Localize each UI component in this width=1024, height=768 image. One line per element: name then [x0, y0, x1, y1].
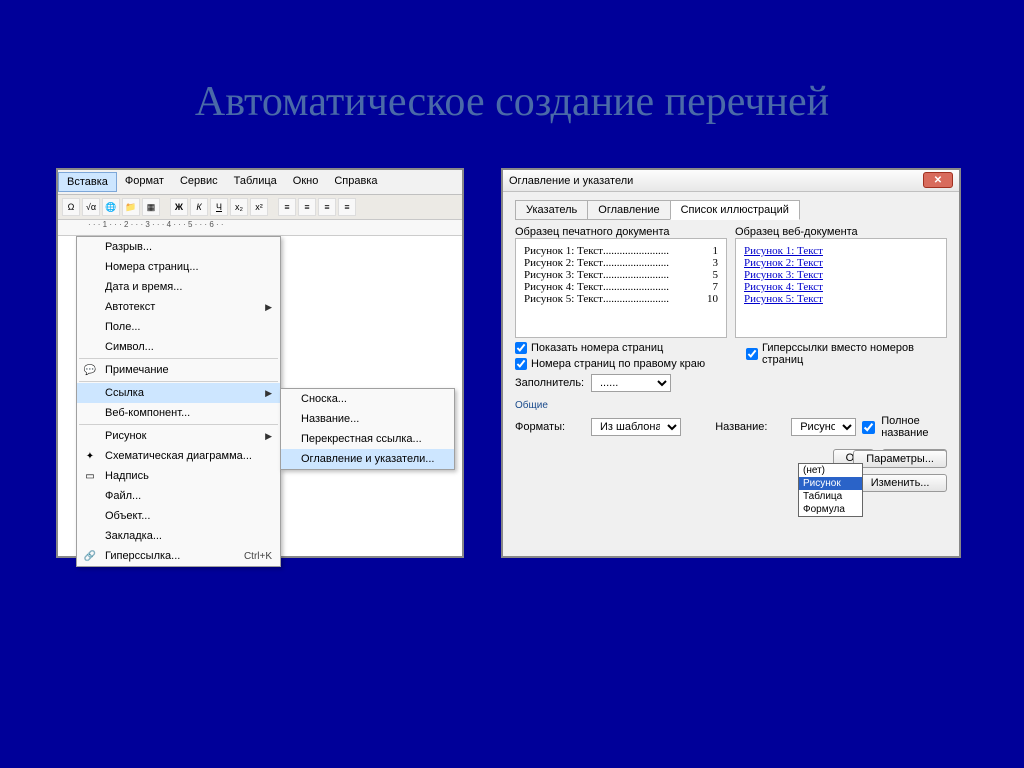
- menu-item[interactable]: Схематическая диаграмма...✦: [77, 446, 280, 466]
- chk-hyperlinks-label: Гиперссылки вместо номеров страниц: [762, 342, 947, 366]
- chk-right-align-label: Номера страниц по правому краю: [531, 358, 705, 370]
- chk-full-name-label: Полное название: [881, 415, 947, 439]
- name-dropdown-list[interactable]: (нет)РисунокТаблицаФормула: [798, 463, 863, 517]
- menu-icon: ▭: [83, 469, 97, 483]
- menu-item[interactable]: Дата и время...: [77, 277, 280, 297]
- link-submenu[interactable]: Сноска...Название...Перекрестная ссылка.…: [280, 388, 455, 470]
- chevron-right-icon: ▶: [265, 388, 272, 399]
- chk-show-pages-label: Показать номера страниц: [531, 342, 663, 354]
- submenu-item[interactable]: Перекрестная ссылка...: [281, 429, 454, 449]
- web-preview-link: Рисунок 1: Текст: [744, 245, 938, 257]
- menu-item[interactable]: Веб-компонент...: [77, 403, 280, 423]
- web-preview-link: Рисунок 3: Текст: [744, 269, 938, 281]
- menu-icon: ✦: [83, 449, 97, 463]
- menu-item[interactable]: Автотекст▶: [77, 297, 280, 317]
- submenu-item[interactable]: Сноска...: [281, 389, 454, 409]
- web-preview-link: Рисунок 5: Текст: [744, 293, 938, 305]
- menu-help[interactable]: Справка: [326, 172, 385, 192]
- menu-insert[interactable]: Вставка: [58, 172, 117, 192]
- underline-icon[interactable]: Ч: [210, 198, 228, 216]
- toc-dialog: Оглавление и указатели ✕ Указатель Оглав…: [501, 168, 961, 558]
- chk-full-name[interactable]: [862, 421, 875, 434]
- insert-dropdown[interactable]: Разрыв...Номера страниц...Дата и время..…: [76, 236, 281, 567]
- format-label: Форматы:: [515, 421, 585, 433]
- menu-item[interactable]: Гиперссылка...🔗Ctrl+K: [77, 546, 280, 566]
- tab-illustrations[interactable]: Список иллюстраций: [670, 200, 800, 220]
- formatting-toolbar: Ω √α 🌐 📁 ▦ Ж К Ч x₂ x² ≡ ≡ ≡ ≡: [58, 195, 462, 220]
- menu-item[interactable]: Разрыв...: [77, 237, 280, 257]
- chk-show-pages[interactable]: [515, 342, 527, 354]
- btn-modify[interactable]: Изменить...: [853, 474, 947, 492]
- filler-select[interactable]: ......: [591, 374, 671, 392]
- format-select[interactable]: Из шаблона: [591, 418, 681, 436]
- folder-icon[interactable]: 📁: [122, 198, 140, 216]
- italic-icon[interactable]: К: [190, 198, 208, 216]
- name-option[interactable]: (нет): [799, 464, 862, 477]
- menu-item[interactable]: Символ...: [77, 337, 280, 357]
- globe-icon[interactable]: 🌐: [102, 198, 120, 216]
- align-left-icon[interactable]: ≡: [278, 198, 296, 216]
- writer-window: Вставка Формат Сервис Таблица Окно Справ…: [56, 168, 464, 558]
- menu-item[interactable]: Файл...: [77, 486, 280, 506]
- dialog-titlebar[interactable]: Оглавление и указатели ✕: [503, 170, 959, 192]
- filler-label: Заполнитель:: [515, 377, 585, 389]
- menu-item[interactable]: Поле...: [77, 317, 280, 337]
- tab-row: Указатель Оглавление Список иллюстраций: [515, 200, 947, 220]
- menu-item[interactable]: Рисунок▶: [77, 426, 280, 446]
- grid-icon[interactable]: ▦: [142, 198, 160, 216]
- menu-bar[interactable]: Вставка Формат Сервис Таблица Окно Справ…: [58, 170, 462, 195]
- name-option[interactable]: Рисунок: [799, 477, 862, 490]
- sub-icon[interactable]: x₂: [230, 198, 248, 216]
- menu-item[interactable]: Надпись▭: [77, 466, 280, 486]
- menu-item[interactable]: Закладка...: [77, 526, 280, 546]
- menu-item[interactable]: Объект...: [77, 506, 280, 526]
- align-center-icon[interactable]: ≡: [298, 198, 316, 216]
- chevron-right-icon: ▶: [265, 431, 272, 442]
- chk-right-align[interactable]: [515, 358, 527, 370]
- submenu-item[interactable]: Название...: [281, 409, 454, 429]
- print-preview-header: Образец печатного документа: [515, 226, 727, 238]
- align-right-icon[interactable]: ≡: [318, 198, 336, 216]
- web-preview-header: Образец веб-документа: [735, 226, 947, 238]
- menu-format[interactable]: Формат: [117, 172, 172, 192]
- chevron-right-icon: ▶: [265, 302, 272, 313]
- tab-toc[interactable]: Оглавление: [587, 200, 670, 220]
- chk-hyperlinks[interactable]: [746, 348, 758, 360]
- menu-service[interactable]: Сервис: [172, 172, 226, 192]
- general-section: Общие: [515, 400, 947, 411]
- web-preview-link: Рисунок 4: Текст: [744, 281, 938, 293]
- omega-icon[interactable]: Ω: [62, 198, 80, 216]
- ruler: · · · 1 · · · 2 · · · 3 · · · 4 · · · 5 …: [58, 220, 462, 236]
- menu-icon: 🔗: [83, 549, 97, 563]
- web-preview: Рисунок 1: ТекстРисунок 2: ТекстРисунок …: [735, 238, 947, 338]
- menu-item[interactable]: Примечание💬: [77, 360, 280, 380]
- menu-window[interactable]: Окно: [285, 172, 327, 192]
- menu-icon: 💬: [83, 363, 97, 377]
- sqrt-icon[interactable]: √α: [82, 198, 100, 216]
- web-preview-link: Рисунок 2: Текст: [744, 257, 938, 269]
- sup-icon[interactable]: x²: [250, 198, 268, 216]
- menu-item[interactable]: Ссылка▶: [77, 383, 280, 403]
- name-option[interactable]: Таблица: [799, 490, 862, 503]
- tab-index[interactable]: Указатель: [515, 200, 588, 220]
- submenu-item[interactable]: Оглавление и указатели...: [281, 449, 454, 469]
- slide-title: Автоматическое создание перечней: [0, 78, 1024, 126]
- name-option[interactable]: Формула: [799, 503, 862, 516]
- align-justify-icon[interactable]: ≡: [338, 198, 356, 216]
- btn-params[interactable]: Параметры...: [853, 450, 947, 468]
- document-area[interactable]: Разрыв...Номера страниц...Дата и время..…: [58, 236, 462, 553]
- name-label: Название:: [715, 421, 785, 433]
- print-preview: Рисунок 1: Текст .......................…: [515, 238, 727, 338]
- menu-item[interactable]: Номера страниц...: [77, 257, 280, 277]
- dialog-title: Оглавление и указатели: [509, 175, 633, 187]
- name-select[interactable]: Рисунок: [791, 418, 856, 436]
- menu-table[interactable]: Таблица: [226, 172, 285, 192]
- bold-icon[interactable]: Ж: [170, 198, 188, 216]
- close-icon[interactable]: ✕: [923, 172, 953, 188]
